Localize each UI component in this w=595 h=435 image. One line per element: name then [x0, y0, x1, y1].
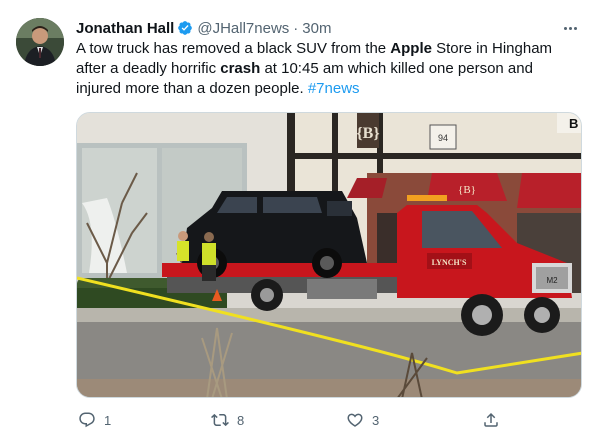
- more-dot-icon: [568, 26, 572, 30]
- avatar-photo: [16, 18, 64, 66]
- truck-grille-text: M2: [546, 276, 558, 285]
- share-button[interactable]: [482, 410, 500, 430]
- tweet-actions: 1 8 3: [78, 410, 578, 430]
- store-number-text: 94: [438, 133, 448, 143]
- retweet-icon: [211, 413, 229, 427]
- tow-truck-photo: {B} 94 B {B} LYNCH'S M2: [77, 113, 581, 397]
- reply-count: 1: [104, 412, 112, 428]
- author-handle[interactable]: @JHall7news: [197, 20, 289, 37]
- avatar[interactable]: [16, 18, 64, 66]
- svg-text:{B}: {B}: [356, 125, 379, 142]
- tweet-photo[interactable]: {B} 94 B {B} LYNCH'S M2: [76, 112, 582, 398]
- more-options-button[interactable]: [559, 18, 581, 38]
- tweet-text-part: A tow truck has removed a black SUV from…: [76, 40, 391, 57]
- svg-text:{B}: {B}: [458, 184, 476, 196]
- retweet-button[interactable]: 8: [211, 410, 244, 430]
- tweet-text-bold: Apple: [390, 40, 432, 57]
- author-name[interactable]: Jonathan Hall: [76, 20, 174, 37]
- more-dot-icon: [563, 26, 567, 30]
- share-icon: [484, 412, 498, 427]
- tweet-text: A tow truck has removed a black SUV from…: [76, 39, 581, 99]
- tweet-timestamp[interactable]: 30m: [302, 20, 331, 37]
- like-button[interactable]: 3: [346, 410, 379, 430]
- more-dot-icon: [573, 26, 577, 30]
- tweet-card[interactable]: Jonathan Hall @JHall7news · 30m A tow tr…: [0, 0, 595, 435]
- truck-door-text: LYNCH'S: [432, 258, 467, 267]
- retweet-count: 8: [237, 412, 245, 428]
- like-count: 3: [372, 412, 380, 428]
- separator-dot: ·: [293, 19, 299, 37]
- store-sign-text: B: [569, 116, 578, 131]
- hashtag-link[interactable]: #7news: [308, 80, 360, 97]
- heart-icon: [347, 413, 363, 427]
- reply-button[interactable]: 1: [78, 410, 111, 430]
- reply-icon: [79, 412, 95, 428]
- tweet-header: Jonathan Hall @JHall7news · 30m: [76, 18, 331, 38]
- tweet-text-bold: crash: [220, 60, 261, 77]
- verified-badge-icon: [178, 21, 193, 35]
